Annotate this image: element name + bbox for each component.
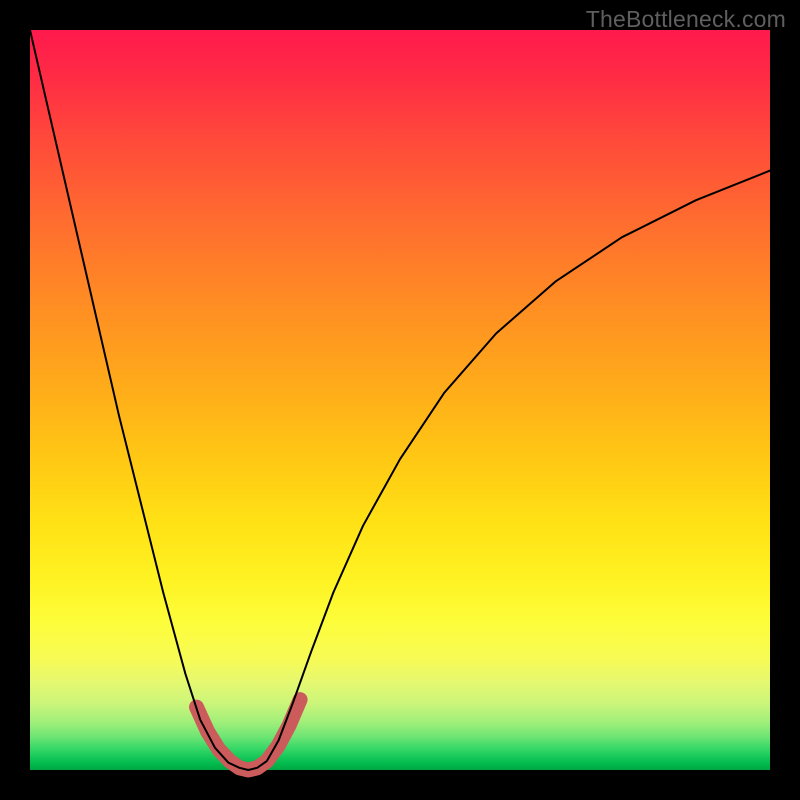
chart-svg <box>30 30 770 770</box>
plot-area <box>30 30 770 770</box>
chart-frame: TheBottleneck.com <box>0 0 800 800</box>
sweet-spot-highlight <box>197 700 301 770</box>
watermark-text: TheBottleneck.com <box>586 6 786 33</box>
bottleneck-curve <box>30 30 770 770</box>
